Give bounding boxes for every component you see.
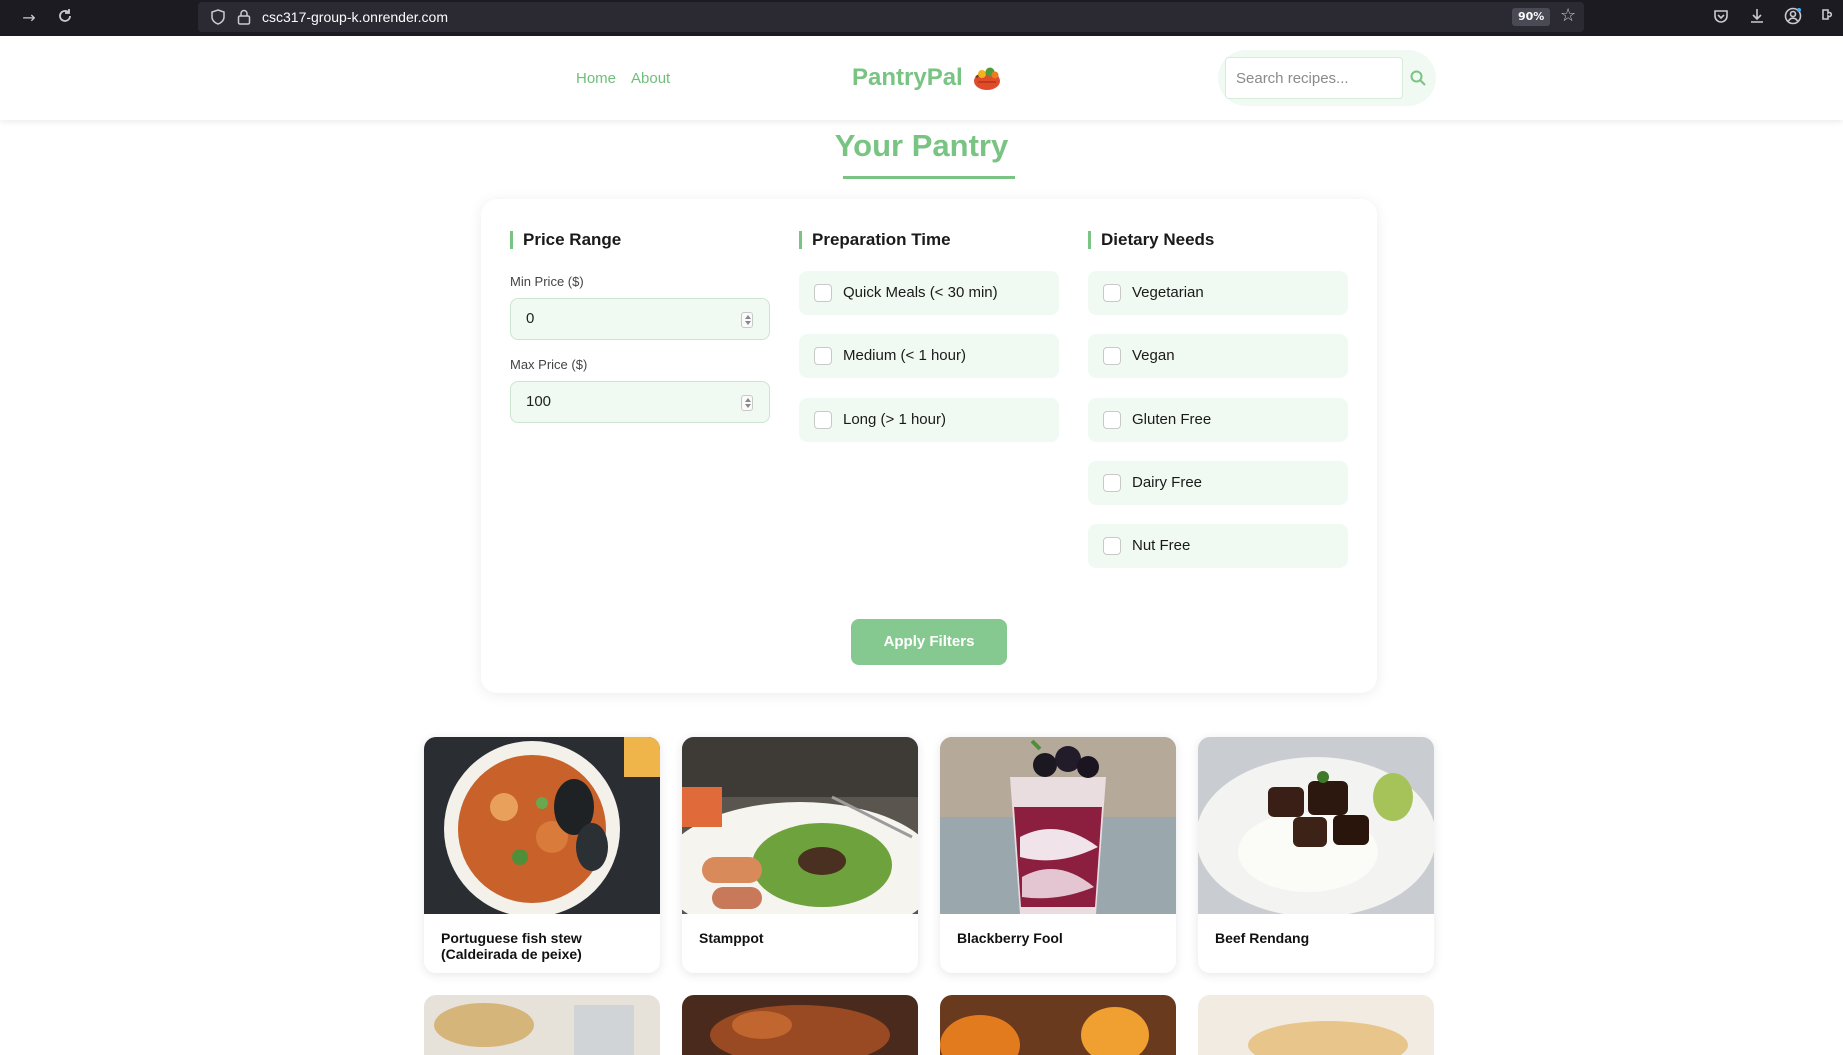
- filter-panel: Price Range Min Price ($) 0 Max Price ($…: [481, 199, 1377, 693]
- url-text[interactable]: csc317-group-k.onrender.com: [262, 9, 448, 25]
- diet-option-vegan[interactable]: Vegan: [1088, 334, 1348, 378]
- diet-option-nut-free[interactable]: Nut Free: [1088, 524, 1348, 568]
- recipe-image[interactable]: [940, 995, 1176, 1055]
- prep-option-quick[interactable]: Quick Meals (< 30 min): [799, 271, 1059, 315]
- option-label: Long (> 1 hour): [843, 411, 946, 428]
- recipe-image[interactable]: [682, 995, 918, 1055]
- checkbox[interactable]: [1103, 284, 1121, 302]
- recipe-card-partial[interactable]: [940, 995, 1176, 1055]
- checkbox[interactable]: [814, 284, 832, 302]
- recipe-title[interactable]: Portuguese fish stew (Caldeirada de peix…: [441, 930, 646, 962]
- recipe-image[interactable]: [424, 737, 660, 914]
- bookmark-star-icon[interactable]: ☆: [1560, 5, 1576, 26]
- recipe-card[interactable]: Portuguese fish stew (Caldeirada de peix…: [424, 737, 660, 973]
- option-label: Vegetarian: [1132, 284, 1204, 301]
- diet-option-gluten-free[interactable]: Gluten Free: [1088, 398, 1348, 442]
- checkbox[interactable]: [814, 347, 832, 365]
- max-price-label: Max Price ($): [510, 357, 588, 372]
- search-input[interactable]: [1225, 57, 1403, 99]
- option-label: Medium (< 1 hour): [843, 347, 966, 364]
- prep-time-heading: Preparation Time: [799, 231, 951, 249]
- recipe-image[interactable]: [1198, 737, 1434, 914]
- diet-option-dairy-free[interactable]: Dairy Free: [1088, 461, 1348, 505]
- nav-about-link[interactable]: About: [631, 70, 670, 87]
- max-price-value: 100: [526, 393, 552, 410]
- recipe-card[interactable]: Blackberry Fool: [940, 737, 1176, 973]
- recipe-card[interactable]: Beef Rendang: [1198, 737, 1434, 973]
- brand-logo-text[interactable]: PantryPal: [852, 64, 963, 92]
- prep-option-long[interactable]: Long (> 1 hour): [799, 398, 1059, 442]
- checkbox[interactable]: [1103, 411, 1121, 429]
- recipe-card-partial[interactable]: [424, 995, 660, 1055]
- recipe-card-partial[interactable]: [682, 995, 918, 1055]
- checkbox[interactable]: [1103, 537, 1121, 555]
- search-icon[interactable]: [1408, 68, 1428, 88]
- recipe-title[interactable]: Blackberry Fool: [957, 930, 1162, 946]
- recipe-image[interactable]: [1198, 995, 1434, 1055]
- option-label: Vegan: [1132, 347, 1175, 364]
- recipe-image[interactable]: [940, 737, 1176, 914]
- max-price-input[interactable]: 100: [510, 381, 770, 423]
- option-label: Nut Free: [1132, 537, 1191, 554]
- lock-icon[interactable]: [236, 8, 252, 26]
- recipe-image[interactable]: [682, 737, 918, 914]
- checkbox[interactable]: [1103, 474, 1121, 492]
- recipe-card-partial[interactable]: [1198, 995, 1434, 1055]
- recipe-title[interactable]: Stamppot: [699, 930, 904, 946]
- shield-icon[interactable]: [210, 9, 226, 25]
- option-label: Dairy Free: [1132, 474, 1203, 491]
- nav-home-link[interactable]: Home: [576, 70, 616, 87]
- browser-toolbar: → csc317-group-k.onrender.com 90% ☆: [0, 0, 1843, 36]
- min-price-input[interactable]: 0: [510, 298, 770, 340]
- download-icon[interactable]: [1747, 6, 1767, 26]
- checkbox[interactable]: [814, 411, 832, 429]
- diet-option-vegetarian[interactable]: Vegetarian: [1088, 271, 1348, 315]
- recipe-title[interactable]: Beef Rendang: [1215, 930, 1420, 946]
- pocket-icon[interactable]: [1711, 6, 1731, 26]
- max-price-stepper[interactable]: [741, 395, 753, 411]
- account-icon[interactable]: [1783, 6, 1803, 26]
- title-underline: [843, 176, 1015, 179]
- price-range-heading: Price Range: [510, 231, 621, 249]
- recipe-card[interactable]: Stamppot: [682, 737, 918, 973]
- apply-filters-button[interactable]: Apply Filters: [851, 619, 1007, 665]
- zoom-badge[interactable]: 90%: [1512, 8, 1551, 26]
- page-title: Your Pantry: [834, 128, 1009, 163]
- option-label: Gluten Free: [1132, 411, 1212, 428]
- site-header: Home About PantryPal: [0, 36, 1843, 120]
- address-bar[interactable]: csc317-group-k.onrender.com 90% ☆: [198, 2, 1584, 32]
- recipe-image[interactable]: [424, 995, 660, 1055]
- option-label: Quick Meals (< 30 min): [843, 284, 998, 301]
- extensions-icon[interactable]: [1818, 6, 1838, 26]
- basket-logo-icon: [974, 67, 1000, 90]
- min-price-label: Min Price ($): [510, 274, 584, 289]
- prep-option-medium[interactable]: Medium (< 1 hour): [799, 334, 1059, 378]
- reload-icon[interactable]: [54, 7, 76, 29]
- min-price-value: 0: [526, 310, 535, 327]
- checkbox[interactable]: [1103, 347, 1121, 365]
- search-bar: [1218, 50, 1436, 106]
- forward-icon[interactable]: →: [18, 7, 40, 29]
- dietary-needs-heading: Dietary Needs: [1088, 231, 1214, 249]
- min-price-stepper[interactable]: [741, 312, 753, 328]
